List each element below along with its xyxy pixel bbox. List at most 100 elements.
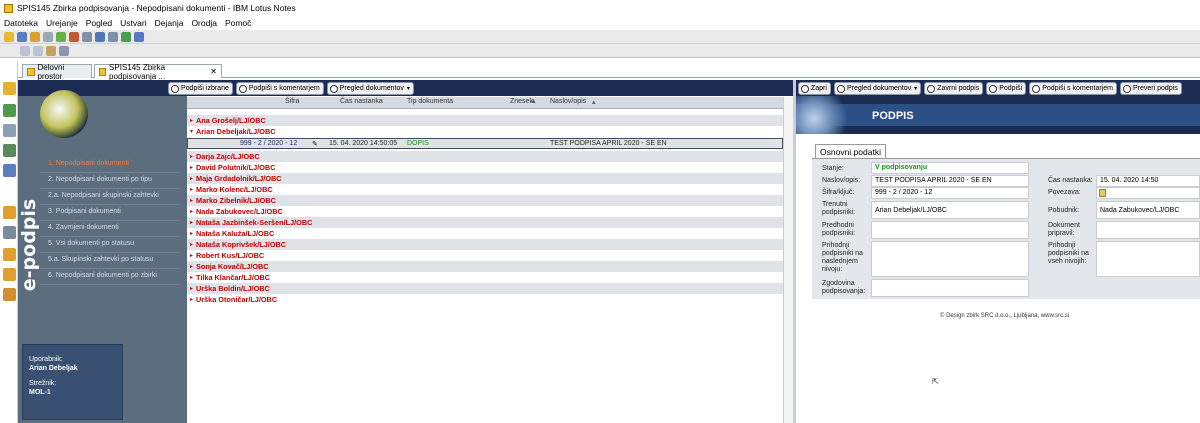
collapsed-twistie-icon[interactable]: ▸	[187, 164, 196, 171]
reject-signature-button[interactable]: Zavrni podpis	[924, 82, 984, 95]
group-row[interactable]: ▸ Urška Otoničar/LJ/OBC	[187, 294, 783, 305]
col-cas[interactable]: Čas nastanka	[340, 98, 383, 105]
group-row[interactable]: ▸ Marko Zibelnik/LJ/OBC	[187, 195, 783, 206]
copy-icon[interactable]	[82, 31, 92, 42]
collapsed-twistie-icon[interactable]: ▸	[187, 219, 196, 226]
vertical-scrollbar[interactable]	[783, 97, 793, 423]
reply-icon[interactable]	[69, 31, 79, 42]
collapsed-twistie-icon[interactable]: ▸	[187, 175, 196, 182]
zoom-icon[interactable]	[20, 45, 30, 56]
menu-urejanje[interactable]: Urejanje	[46, 18, 78, 28]
nav-item-skupinski-po-statusu[interactable]: 5.a. Skupinski zahtevki po statusu	[48, 256, 153, 263]
view-documents-button[interactable]: Pregled dokumentov ▾	[833, 82, 922, 95]
trenutni-value: Arian Debeljak/LJ/OBC	[871, 201, 1029, 219]
group-row[interactable]: ▸ Maja Grdadolnik/LJ/OBC	[187, 173, 783, 184]
folder-icon[interactable]	[3, 206, 16, 219]
nav-item-nepodpisani[interactable]: 1. Nepodpisani dokumenti	[48, 160, 129, 167]
documents-icon[interactable]	[3, 226, 16, 239]
button-label: Podpiši s komentarjem	[1042, 85, 1113, 92]
document-row[interactable]: ✎ 999 - 2 / 2020 - 12 15. 04. 2020 14:50:0…	[187, 138, 783, 149]
forward-icon[interactable]	[56, 31, 66, 42]
replication-icon[interactable]	[3, 164, 16, 177]
attach-icon[interactable]	[43, 31, 53, 42]
collapsed-twistie-icon[interactable]: ▸	[187, 197, 196, 204]
group-row[interactable]: ▸ Robert Kus/LJ/OBC	[187, 250, 783, 261]
collapsed-twistie-icon[interactable]: ▸	[187, 241, 196, 248]
group-row[interactable]: ▸ David Polutnik/LJ/OBC	[187, 162, 783, 173]
verify-signature-button[interactable]: Preveri podpis	[1120, 82, 1182, 95]
group-row[interactable]: ▸ Darja Zajc/LJ/OBC	[187, 151, 783, 162]
collapsed-twistie-icon[interactable]: ▸	[187, 117, 196, 124]
folder-icon[interactable]	[3, 268, 16, 281]
find-icon[interactable]	[33, 45, 43, 56]
nav-item-po-tipu[interactable]: 2. Nepodpisani dokumenti po tipu	[48, 176, 152, 183]
calendar-icon[interactable]	[3, 104, 16, 117]
menu-dejanja[interactable]: Dejanja	[155, 18, 184, 28]
sign-with-comment-button[interactable]: Podpiši s komentarjem	[1029, 82, 1117, 95]
contacts-icon[interactable]	[3, 124, 16, 137]
collapsed-twistie-icon[interactable]: ▸	[187, 208, 196, 215]
cas-value: 15. 04. 2020 14:50	[1096, 175, 1200, 187]
menu-orodja[interactable]: Orodja	[191, 18, 217, 28]
sign-selected-button[interactable]: Podpiši izbrane	[168, 82, 233, 95]
binoculars-icon[interactable]	[95, 31, 105, 42]
group-row[interactable]: ▾ Arian Debeljak/LJ/OBC	[187, 126, 783, 137]
button-label: Podpiši s komentarjem	[248, 85, 320, 92]
collapsed-twistie-icon[interactable]: ▸	[187, 252, 196, 259]
collapsed-twistie-icon[interactable]: ▸	[187, 296, 196, 303]
doclink-icon[interactable]	[1099, 189, 1106, 197]
collapsed-twistie-icon[interactable]: ▸	[187, 274, 196, 281]
collapsed-twistie-icon[interactable]: ▸	[187, 285, 196, 292]
server-value: MOL-1	[29, 389, 51, 396]
refresh-icon[interactable]	[121, 31, 131, 42]
folder-icon[interactable]	[3, 248, 16, 261]
close-button[interactable]: Zapri	[798, 82, 831, 95]
group-row[interactable]: ▸ Nataša Koprivšek/LJ/OBC	[187, 239, 783, 250]
mail-icon[interactable]	[30, 31, 40, 42]
collapsed-twistie-icon[interactable]: ▸	[187, 153, 196, 160]
tab-spis145[interactable]: SPIS145 Zbirka podpisovanja ... ✕	[94, 63, 222, 81]
group-row[interactable]: ▸ Marko Kolenc/LJ/OBC	[187, 184, 783, 195]
nav-item-skupinski[interactable]: 2.a. Nepodpisani skupinski zahtevki	[48, 192, 159, 199]
col-naslov[interactable]: Naslov/opis	[550, 98, 586, 105]
nav-item-vsi-po-statusu[interactable]: 5. Vsi dokumenti po statusu	[48, 240, 134, 247]
col-sifra[interactable]: Šifra	[285, 98, 299, 105]
collapsed-twistie-icon[interactable]: ▸	[187, 186, 196, 193]
group-name: Sonja Kovač/LJ/OBC	[196, 262, 269, 271]
group-row[interactable]: ▸ Nataša Jazbinšek-Seršen/LJ/OBC	[187, 217, 783, 228]
group-row[interactable]: ▸ Nataša Kaluža/LJ/OBC	[187, 228, 783, 239]
folder-icon[interactable]	[3, 288, 16, 301]
open-icon[interactable]	[4, 31, 14, 42]
tab-workspace[interactable]: Delovni prostor	[22, 63, 92, 81]
tab-osnovni-podatki[interactable]: Osnovni podatki	[815, 144, 886, 158]
tool-icon[interactable]	[46, 45, 56, 56]
replicate-icon[interactable]	[134, 31, 144, 42]
nav-item-po-zbirki[interactable]: 6. Nepodpisani dokumenti po zbirki	[48, 272, 157, 279]
search-icon[interactable]	[108, 31, 118, 42]
expanded-twistie-icon[interactable]: ▾	[187, 128, 196, 135]
menu-pomoc[interactable]: Pomoč	[225, 18, 251, 28]
menu-pogled[interactable]: Pogled	[86, 18, 112, 28]
group-row[interactable]: ▸ Sonja Kovač/LJ/OBC	[187, 261, 783, 272]
naslov-value: TEST PODPISA APRIL 2020 - ŠE EN	[871, 175, 1029, 187]
menu-datoteka[interactable]: Datoteka	[4, 18, 38, 28]
collapsed-twistie-icon[interactable]: ▸	[187, 230, 196, 237]
close-tab-icon[interactable]: ✕	[210, 67, 217, 76]
group-name: Darja Zajc/LJ/OBC	[196, 152, 260, 161]
col-tip[interactable]: Tip dokumenta	[407, 98, 453, 105]
window-icon[interactable]	[59, 45, 69, 56]
sign-with-comment-button[interactable]: Podpiši s komentarjem	[235, 82, 324, 95]
print-icon[interactable]	[17, 31, 27, 42]
view-documents-button[interactable]: Pregled dokumentov ▾	[326, 82, 414, 95]
nav-item-podpisani[interactable]: 3. Podpisani dokumenti	[48, 208, 121, 215]
nav-item-zavrnjeni[interactable]: 4. Zavrnjeni dokumenti	[48, 224, 119, 231]
todo-icon[interactable]	[3, 144, 16, 157]
group-row[interactable]: ▸ Nada Zabukovec/LJ/OBC	[187, 206, 783, 217]
group-row[interactable]: ▸ Ana Grošelj/LJ/OBC	[187, 115, 783, 126]
sign-button[interactable]: Podpiši	[986, 82, 1027, 95]
group-row[interactable]: ▸ Tilka Klančar/LJ/OBC	[187, 272, 783, 283]
group-row[interactable]: ▸ Urška Boldin/LJ/OBC	[187, 283, 783, 294]
home-icon[interactable]	[3, 82, 16, 95]
menu-ustvari[interactable]: Ustvari	[120, 18, 146, 28]
collapsed-twistie-icon[interactable]: ▸	[187, 263, 196, 270]
